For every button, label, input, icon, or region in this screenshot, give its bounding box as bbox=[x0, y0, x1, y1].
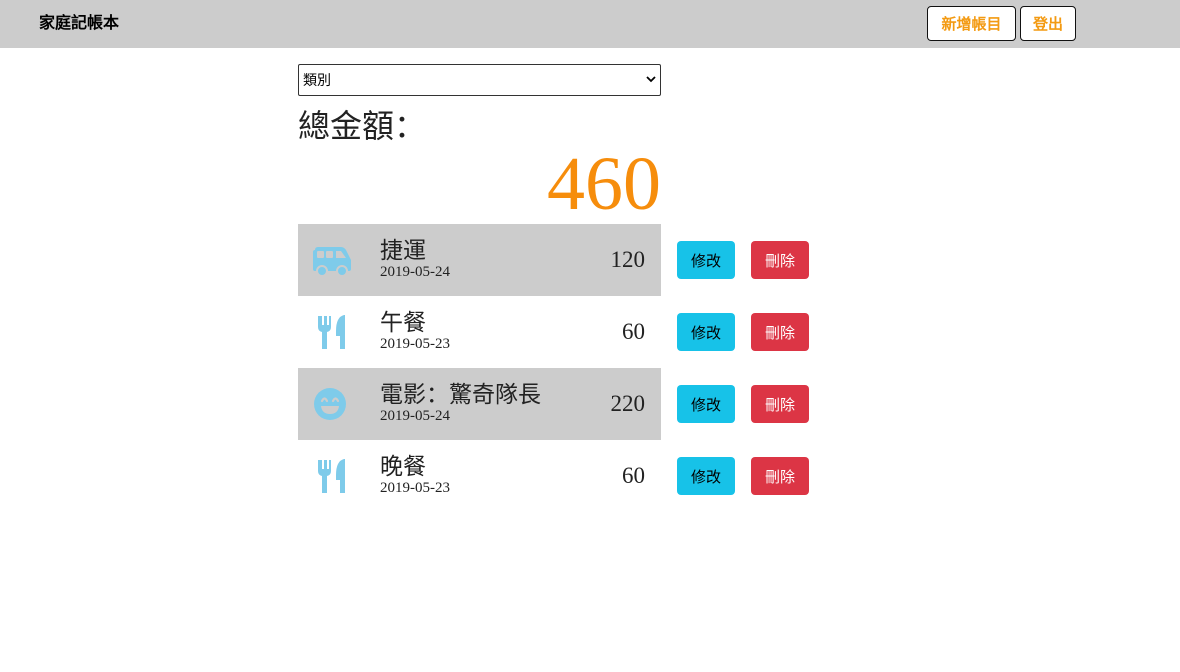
utensils-icon bbox=[312, 458, 352, 494]
entry-date: 2019-05-24 bbox=[380, 408, 450, 424]
smile-icon bbox=[312, 386, 352, 422]
category-select-value: 類別 bbox=[303, 73, 331, 89]
entry-card: 電影：驚奇隊長 2019-05-24 220 bbox=[298, 368, 661, 440]
entry-title: 晚餐 bbox=[380, 454, 426, 480]
delete-button[interactable]: 刪除 bbox=[751, 241, 809, 279]
entry-list: 捷運 2019-05-24 120 修改 刪除 午餐 2019-05-23 60… bbox=[298, 224, 818, 512]
category-select[interactable]: 類別 bbox=[298, 64, 661, 96]
utensils-icon bbox=[312, 314, 352, 350]
bus-icon bbox=[312, 242, 352, 278]
entry-title: 午餐 bbox=[380, 310, 426, 336]
entry-date: 2019-05-23 bbox=[380, 480, 450, 496]
entry-row: 捷運 2019-05-24 120 修改 刪除 bbox=[298, 224, 818, 296]
app-brand[interactable]: 家庭記帳本 bbox=[39, 12, 119, 34]
edit-button[interactable]: 修改 bbox=[677, 313, 735, 351]
entry-date: 2019-05-23 bbox=[380, 336, 450, 352]
entry-card: 捷運 2019-05-24 120 bbox=[298, 224, 661, 296]
chevron-down-icon bbox=[646, 75, 656, 86]
entry-title: 電影：驚奇隊長 bbox=[380, 382, 541, 408]
entry-amount: 60 bbox=[622, 319, 645, 344]
delete-button[interactable]: 刪除 bbox=[751, 313, 809, 351]
entry-amount: 120 bbox=[610, 247, 646, 272]
entry-card: 晚餐 2019-05-23 60 bbox=[298, 440, 661, 512]
top-navbar: 家庭記帳本 新增帳目 登出 bbox=[0, 0, 1180, 48]
edit-button[interactable]: 修改 bbox=[677, 241, 735, 279]
logout-button[interactable]: 登出 bbox=[1020, 6, 1076, 41]
edit-button[interactable]: 修改 bbox=[677, 457, 735, 495]
entry-row: 晚餐 2019-05-23 60 修改 刪除 bbox=[298, 440, 818, 512]
entry-row: 電影：驚奇隊長 2019-05-24 220 修改 刪除 bbox=[298, 368, 818, 440]
entry-row: 午餐 2019-05-23 60 修改 刪除 bbox=[298, 296, 818, 368]
delete-button[interactable]: 刪除 bbox=[751, 457, 809, 495]
entry-amount: 220 bbox=[610, 391, 646, 416]
entry-date: 2019-05-24 bbox=[380, 264, 450, 280]
entry-card: 午餐 2019-05-23 60 bbox=[298, 296, 661, 368]
total-amount: 460 bbox=[547, 142, 661, 226]
delete-button[interactable]: 刪除 bbox=[751, 385, 809, 423]
entry-title: 捷運 bbox=[380, 238, 426, 264]
edit-button[interactable]: 修改 bbox=[677, 385, 735, 423]
add-entry-button[interactable]: 新增帳目 bbox=[927, 6, 1016, 41]
entry-amount: 60 bbox=[622, 463, 645, 488]
